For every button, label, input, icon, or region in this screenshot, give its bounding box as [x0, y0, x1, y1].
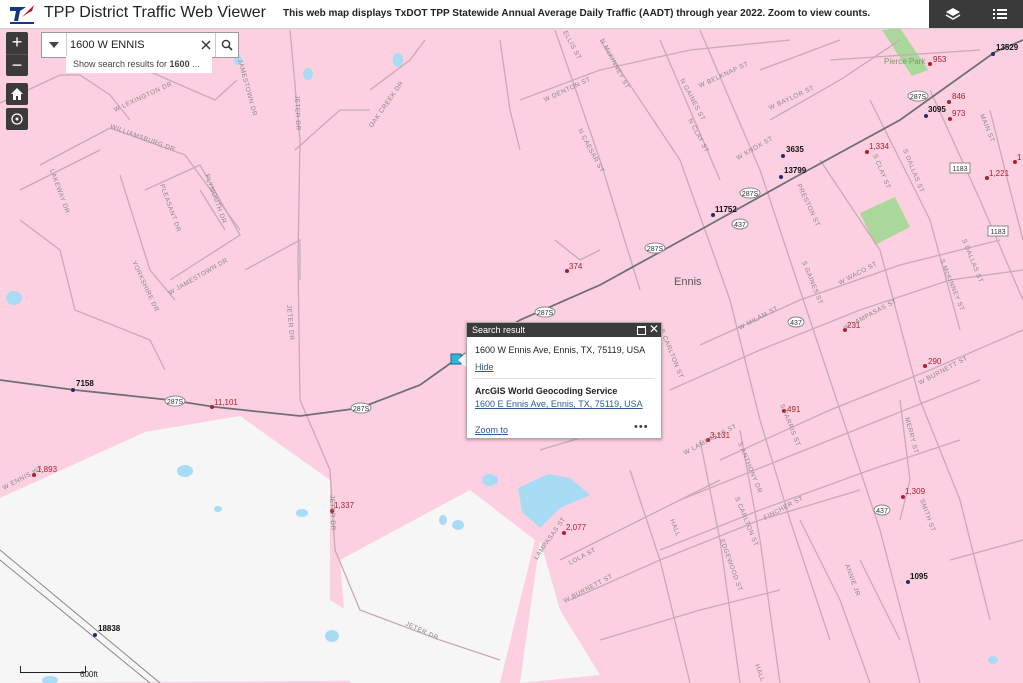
zoom-controls: + − — [6, 32, 28, 76]
svg-text:437: 437 — [790, 320, 802, 327]
source-address-link[interactable]: 1600 E Ennis Ave, Ennis, TX, 75119, USA — [475, 399, 643, 409]
route-shield: 1183 — [949, 162, 971, 174]
park-label: Pierce Park — [884, 57, 926, 66]
pond — [177, 465, 193, 477]
more-actions-button[interactable]: ••• — [634, 421, 649, 433]
pond — [988, 656, 998, 664]
svg-text:287S: 287S — [537, 310, 554, 317]
pond — [439, 515, 447, 525]
close-icon — [201, 40, 211, 50]
header-toolbar — [929, 0, 1023, 28]
route-shield: 287S — [164, 395, 186, 407]
search-result-popup: Search result ✕ 1600 W Ennis Ave, Ennis,… — [466, 322, 662, 439]
pond — [482, 474, 498, 486]
suggestion-term: 1600 — [169, 59, 190, 69]
count-label: 3635 — [786, 145, 804, 154]
count-label: 3095 — [928, 105, 946, 114]
layers-button[interactable] — [929, 0, 976, 28]
count-label: 1095 — [910, 572, 928, 581]
app-header: TPP District Traffic Web Viewer This web… — [0, 0, 1023, 29]
svg-text:287S: 287S — [353, 406, 370, 413]
svg-text:287S: 287S — [647, 246, 664, 253]
search-source-dropdown[interactable] — [42, 33, 67, 57]
count-label: 953 — [933, 55, 947, 64]
popup-source-title: ArcGIS World Geocoding Service — [475, 386, 618, 396]
svg-text:287S: 287S — [167, 399, 184, 406]
street-label: JETER DR — [293, 95, 301, 131]
search-input[interactable] — [70, 36, 200, 54]
route-shield: 287S — [907, 90, 929, 102]
search-widget — [41, 32, 239, 58]
legend-button[interactable] — [976, 0, 1023, 28]
suggestion-prefix: Show search results for — [73, 59, 170, 69]
scale-label: 600ft — [80, 670, 98, 679]
search-button[interactable] — [215, 33, 238, 57]
pond — [452, 520, 464, 530]
app-title: TPP District Traffic Web Viewer — [44, 4, 266, 21]
count-label: 374 — [569, 262, 583, 271]
svg-text:1183: 1183 — [990, 229, 1005, 236]
count-label: 13799 — [784, 166, 807, 175]
route-shield: 437 — [873, 504, 891, 516]
pond — [214, 506, 222, 512]
svg-text:437: 437 — [734, 222, 746, 229]
zoom-to-link[interactable]: Zoom to — [475, 425, 508, 435]
city-label: Ennis — [674, 276, 702, 288]
popup-header: Search result ✕ — [467, 322, 661, 337]
home-button[interactable] — [6, 83, 28, 105]
maximize-icon[interactable] — [637, 326, 646, 335]
zoom-in-button[interactable]: + — [6, 32, 28, 55]
pond — [325, 630, 339, 642]
close-popup-button[interactable]: ✕ — [649, 322, 659, 336]
svg-text:287S: 287S — [742, 191, 759, 198]
scale-bar — [20, 666, 86, 673]
zoom-out-button[interactable]: − — [6, 55, 28, 77]
count-label: 290 — [928, 357, 942, 366]
count-label: 1,334 — [869, 142, 890, 151]
route-shield: 437 — [731, 218, 749, 230]
street-label: JETER DR — [328, 495, 336, 531]
count-label: 1 — [1017, 153, 1022, 162]
popup-divider — [473, 378, 655, 379]
legend-list-icon — [992, 9, 1007, 19]
count-label: 846 — [952, 92, 966, 101]
svg-text:287S: 287S — [910, 94, 927, 101]
route-shield: 287S — [739, 187, 761, 199]
route-shield: 1183 — [987, 225, 1009, 237]
svg-text:1183: 1183 — [952, 166, 967, 173]
count-label: 11752 — [715, 205, 737, 214]
suggestion-suffix: ... — [189, 59, 200, 69]
hide-link[interactable]: Hide — [475, 362, 494, 372]
count-label: 2,077 — [566, 523, 587, 532]
pond — [296, 509, 308, 517]
locate-icon — [11, 113, 23, 125]
count-label: 18838 — [98, 624, 121, 633]
txdot-logo — [10, 5, 34, 24]
route-shield: 437 — [787, 316, 805, 328]
svg-text:437: 437 — [876, 508, 888, 515]
layers-icon — [945, 8, 960, 20]
pond — [393, 53, 403, 67]
count-label: 11,101 — [214, 398, 238, 407]
caret-down-icon — [49, 42, 59, 48]
app-description: This web map displays TxDOT TPP Statewid… — [283, 8, 871, 19]
count-label: 973 — [952, 109, 966, 118]
count-label: 13529 — [996, 43, 1019, 52]
pond — [6, 291, 22, 305]
count-label: 1,337 — [334, 501, 355, 510]
locate-button[interactable] — [6, 108, 28, 130]
count-label: 1,309 — [905, 487, 926, 496]
route-shield: 287S — [644, 242, 666, 254]
pond — [303, 68, 313, 80]
home-icon — [11, 88, 23, 100]
route-shield: 287S — [534, 306, 556, 318]
popup-title: Search result — [472, 325, 526, 335]
count-label: 1,221 — [989, 169, 1010, 178]
route-shield: 287S — [350, 402, 372, 414]
search-suggestion[interactable]: Show search results for 1600 ... — [66, 56, 212, 73]
popup-address: 1600 W Ennis Ave, Ennis, TX, 75119, USA — [475, 345, 646, 355]
count-label: 7158 — [76, 379, 94, 388]
search-icon — [221, 39, 233, 51]
clear-search-button[interactable] — [196, 33, 216, 57]
